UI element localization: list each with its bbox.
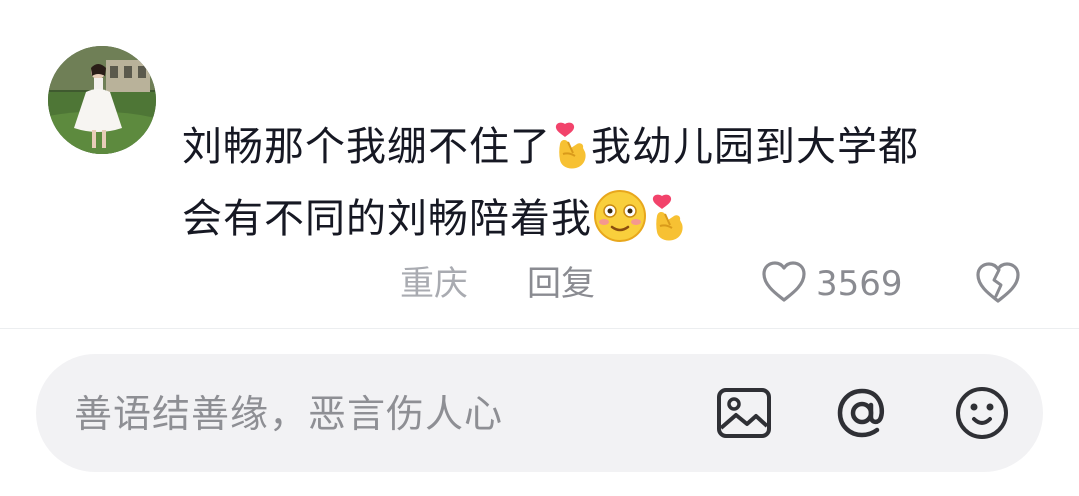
- avatar[interactable]: [48, 46, 156, 154]
- heart-icon: [760, 260, 808, 308]
- comment-text-line1b: 我幼儿园到大学都: [591, 124, 919, 170]
- comment-text-line2: 会有不同的刘畅陪着我: [182, 196, 592, 242]
- comment-text-line1: 刘畅那个我绷不住了: [182, 124, 551, 170]
- comment-location: 重庆: [400, 264, 468, 304]
- comment-input-placeholder[interactable]: 善语结善缘，恶言伤人心: [74, 390, 503, 438]
- at-icon[interactable]: [832, 383, 892, 443]
- divider: [0, 328, 1079, 329]
- finger-heart-emoji: [551, 122, 591, 188]
- broken-heart-icon: [974, 262, 1022, 310]
- smiling-blush-emoji: [592, 190, 648, 260]
- comment-input-bar[interactable]: 善语结善缘，恶言伤人心: [36, 354, 1043, 472]
- like-button[interactable]: 3569: [760, 258, 903, 310]
- dislike-button[interactable]: [974, 260, 1022, 308]
- emoji-icon[interactable]: [952, 383, 1012, 443]
- comment-item: 刘畅那个我绷不住了 我幼儿园到大学都 会有不同的刘畅陪着我 重庆 回复 3569: [0, 0, 1079, 328]
- finger-heart-emoji: [648, 194, 688, 260]
- comment-meta-row: 重庆 回复 3569: [0, 258, 1079, 310]
- reply-button[interactable]: 回复: [527, 262, 595, 306]
- image-icon[interactable]: [714, 383, 774, 443]
- comment-text: 刘畅那个我绷不住了 我幼儿园到大学都 会有不同的刘畅陪着我: [182, 116, 1032, 260]
- like-count: 3569: [816, 264, 903, 304]
